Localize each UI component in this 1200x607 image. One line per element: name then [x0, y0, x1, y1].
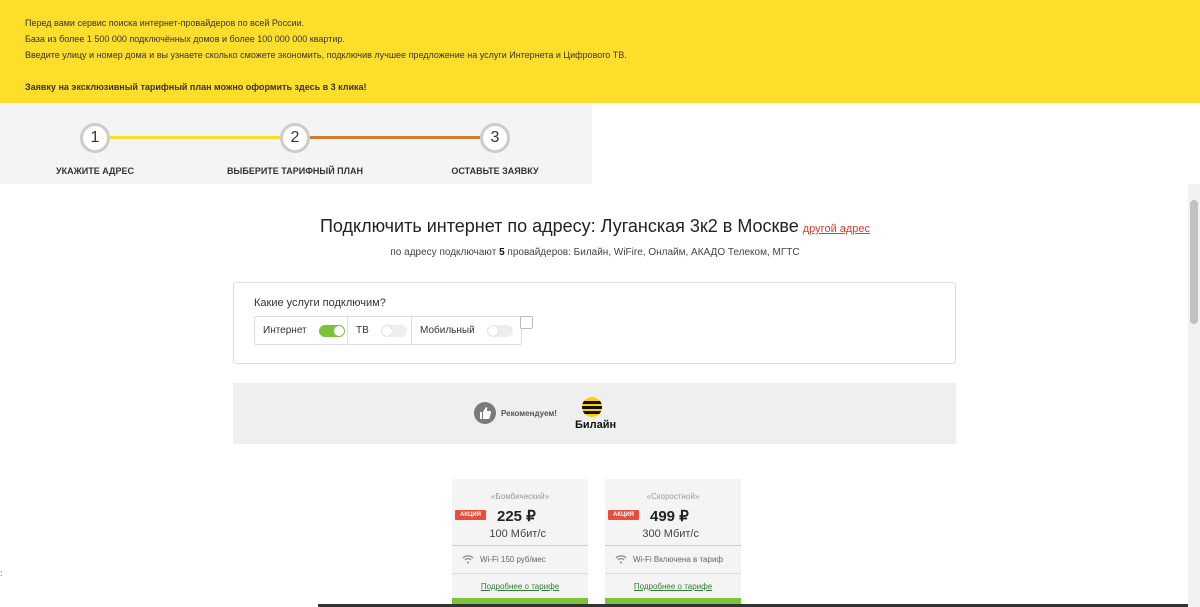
- providers-summary: по адресу подключают 5 провайдеров: Била…: [0, 247, 1190, 258]
- step-connector-active: [310, 136, 480, 139]
- step-3-circle: 3: [480, 123, 510, 153]
- service-internet-toggle[interactable]: Интернет: [254, 316, 354, 345]
- page-title-text: Подключить интернет по адресу: Луганская…: [319, 216, 799, 236]
- step-2-label: ВЫБЕРИТЕ ТАРИФНЫЙ ПЛАН: [227, 166, 363, 176]
- promo-badge: АКЦИЯ: [608, 510, 639, 520]
- service-label: Мобильный: [420, 325, 475, 336]
- banner-cta-text: Заявку на эксклюзивный тарифный план мож…: [25, 82, 367, 92]
- tariff-speed: 300 Мбит/с: [642, 528, 699, 540]
- step-1-circle: 1: [80, 123, 110, 153]
- service-mobile-toggle[interactable]: Мобильный: [411, 316, 522, 345]
- wifi-icon: [462, 555, 474, 564]
- edge-mark: :: [0, 568, 3, 578]
- step-3-label: ОСТАВЬТЕ ЗАЯВКУ: [451, 166, 539, 176]
- providers-list: провайдеров: Билайн, WiFire, Онлайм, АКА…: [507, 247, 800, 258]
- toggle-switch-off[interactable]: [486, 324, 513, 337]
- toggle-switch-on[interactable]: [318, 324, 345, 337]
- extra-checkbox[interactable]: [520, 316, 533, 329]
- card-divider: [605, 573, 741, 574]
- banner-line: Перед вами сервис поиска интернет-провай…: [25, 18, 305, 28]
- recommend-label: Рекомендуем!: [501, 409, 557, 418]
- providers-count: 5: [499, 247, 505, 258]
- scrollbar-thumb[interactable]: [1190, 200, 1198, 324]
- service-tv-toggle[interactable]: ТВ: [347, 316, 416, 345]
- tariff-name: «Бомбический»: [490, 492, 550, 501]
- change-address-link[interactable]: другой адрес: [803, 223, 870, 235]
- services-question: Какие услуги подключим?: [254, 297, 386, 309]
- tariff-price: 499 ₽: [650, 508, 689, 525]
- banner-line: База из более 1 500 000 подключённых дом…: [25, 34, 345, 44]
- thumbs-up-icon: [474, 402, 496, 424]
- provider-name[interactable]: Билайн: [575, 419, 616, 431]
- wifi-icon: [615, 555, 627, 564]
- card-divider: [452, 573, 588, 574]
- step-2-circle: 2: [280, 123, 310, 153]
- step-connector-done: [110, 136, 280, 139]
- services-panel: Какие услуги подключим? Интернет ТВ Моби…: [233, 282, 956, 364]
- tariff-details-link[interactable]: Подробнее о тарифе: [452, 582, 588, 591]
- card-divider: [452, 545, 588, 546]
- beeline-logo-icon[interactable]: [582, 397, 602, 417]
- banner-line: Введите улицу и номер дома и вы узнаете …: [25, 50, 627, 60]
- service-label: Интернет: [263, 325, 307, 336]
- providers-prefix: по адресу подключают: [390, 247, 497, 258]
- order-steps: 1 2 3 УКАЖИТЕ АДРЕС ВЫБЕРИТЕ ТАРИФНЫЙ ПЛ…: [0, 103, 592, 184]
- info-banner: Перед вами сервис поиска интернет-провай…: [0, 0, 1200, 103]
- tariff-price: 225 ₽: [497, 508, 536, 525]
- tariff-details-link[interactable]: Подробнее о тарифе: [605, 582, 741, 591]
- tariff-name: «Скоростной»: [646, 492, 700, 501]
- step-1-label: УКАЖИТЕ АДРЕС: [56, 166, 134, 176]
- tariff-card[interactable]: «Бомбический» АКЦИЯ 225 ₽ 100 Мбит/с Wi-…: [452, 479, 588, 607]
- wifi-info: Wi-Fi 150 руб/мес: [480, 555, 546, 564]
- toggle-switch-off[interactable]: [380, 324, 407, 337]
- promo-badge: АКЦИЯ: [455, 510, 486, 520]
- recommended-provider: Рекомендуем! Билайн: [233, 383, 956, 444]
- page-title: Подключить интернет по адресу: Луганская…: [0, 216, 1190, 237]
- tariff-speed: 100 Мбит/с: [489, 528, 546, 540]
- tariff-card[interactable]: «Скоростной» АКЦИЯ 499 ₽ 300 Мбит/с Wi-F…: [605, 479, 741, 607]
- wifi-info: Wi-Fi Включена в тариф: [633, 555, 723, 564]
- service-label: ТВ: [356, 325, 369, 336]
- card-divider: [605, 545, 741, 546]
